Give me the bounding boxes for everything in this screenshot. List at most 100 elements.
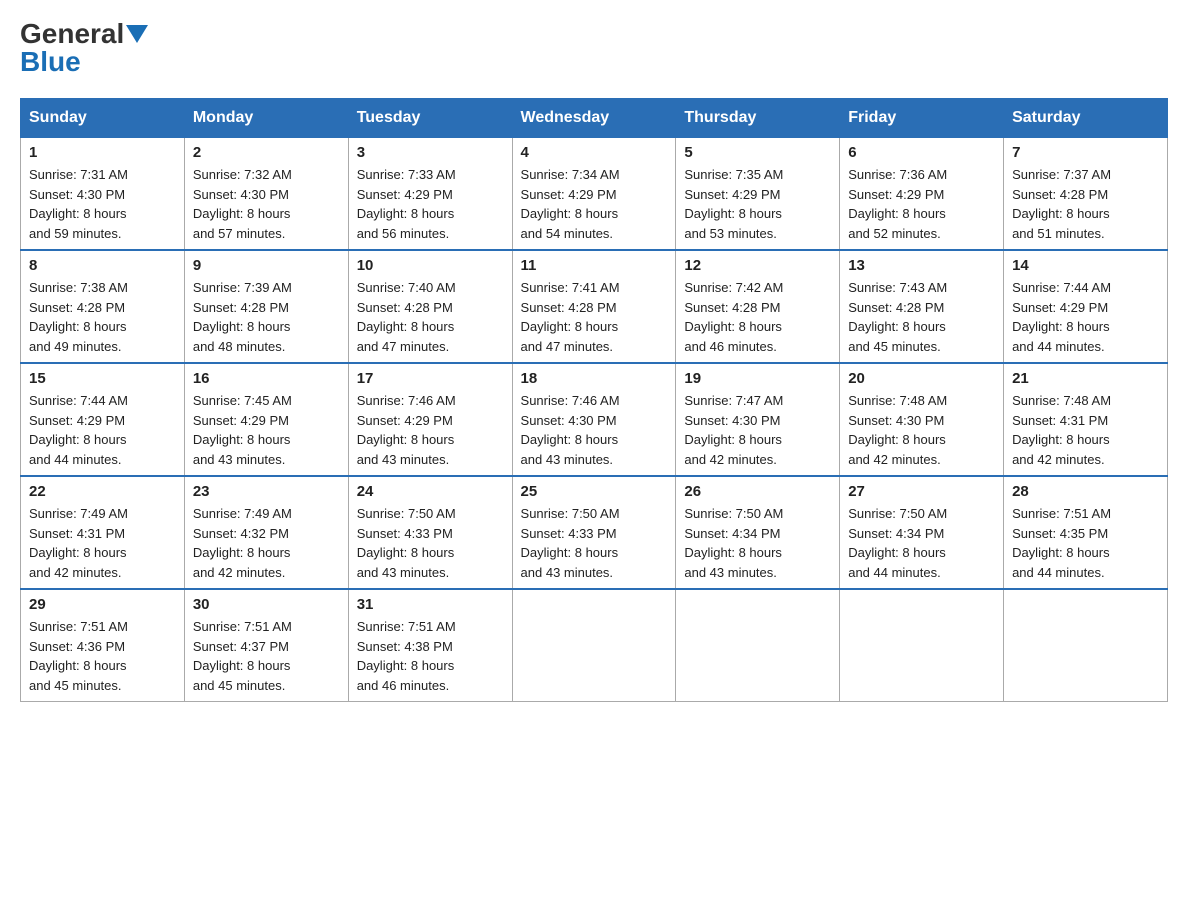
calendar-cell: 24 Sunrise: 7:50 AM Sunset: 4:33 PM Dayl… (348, 476, 512, 589)
day-info: Sunrise: 7:39 AM Sunset: 4:28 PM Dayligh… (193, 278, 340, 356)
calendar-cell: 9 Sunrise: 7:39 AM Sunset: 4:28 PM Dayli… (184, 250, 348, 363)
day-number: 5 (684, 144, 831, 161)
day-info: Sunrise: 7:41 AM Sunset: 4:28 PM Dayligh… (521, 278, 668, 356)
day-info: Sunrise: 7:45 AM Sunset: 4:29 PM Dayligh… (193, 391, 340, 469)
calendar-cell: 13 Sunrise: 7:43 AM Sunset: 4:28 PM Dayl… (840, 250, 1004, 363)
day-number: 16 (193, 370, 340, 387)
day-number: 13 (848, 257, 995, 274)
day-number: 22 (29, 483, 176, 500)
calendar-cell: 30 Sunrise: 7:51 AM Sunset: 4:37 PM Dayl… (184, 589, 348, 702)
calendar-cell: 8 Sunrise: 7:38 AM Sunset: 4:28 PM Dayli… (21, 250, 185, 363)
day-number: 11 (521, 257, 668, 274)
day-number: 3 (357, 144, 504, 161)
calendar-cell: 4 Sunrise: 7:34 AM Sunset: 4:29 PM Dayli… (512, 138, 676, 251)
weekday-header-row: SundayMondayTuesdayWednesdayThursdayFrid… (21, 99, 1168, 138)
calendar-cell: 6 Sunrise: 7:36 AM Sunset: 4:29 PM Dayli… (840, 138, 1004, 251)
day-info: Sunrise: 7:51 AM Sunset: 4:38 PM Dayligh… (357, 617, 504, 695)
day-number: 28 (1012, 483, 1159, 500)
day-info: Sunrise: 7:51 AM Sunset: 4:35 PM Dayligh… (1012, 504, 1159, 582)
day-number: 18 (521, 370, 668, 387)
calendar-cell: 21 Sunrise: 7:48 AM Sunset: 4:31 PM Dayl… (1004, 363, 1168, 476)
day-info: Sunrise: 7:33 AM Sunset: 4:29 PM Dayligh… (357, 165, 504, 243)
day-info: Sunrise: 7:40 AM Sunset: 4:28 PM Dayligh… (357, 278, 504, 356)
header-monday: Monday (184, 99, 348, 138)
day-number: 20 (848, 370, 995, 387)
day-info: Sunrise: 7:50 AM Sunset: 4:34 PM Dayligh… (848, 504, 995, 582)
calendar-cell: 28 Sunrise: 7:51 AM Sunset: 4:35 PM Dayl… (1004, 476, 1168, 589)
logo-arrow-icon (126, 25, 148, 45)
day-number: 15 (29, 370, 176, 387)
header-saturday: Saturday (1004, 99, 1168, 138)
calendar-cell: 17 Sunrise: 7:46 AM Sunset: 4:29 PM Dayl… (348, 363, 512, 476)
day-info: Sunrise: 7:34 AM Sunset: 4:29 PM Dayligh… (521, 165, 668, 243)
page-header: General Blue (20, 20, 1168, 78)
day-info: Sunrise: 7:49 AM Sunset: 4:32 PM Dayligh… (193, 504, 340, 582)
calendar-cell: 7 Sunrise: 7:37 AM Sunset: 4:28 PM Dayli… (1004, 138, 1168, 251)
calendar-cell: 31 Sunrise: 7:51 AM Sunset: 4:38 PM Dayl… (348, 589, 512, 702)
calendar-cell: 11 Sunrise: 7:41 AM Sunset: 4:28 PM Dayl… (512, 250, 676, 363)
header-thursday: Thursday (676, 99, 840, 138)
day-number: 12 (684, 257, 831, 274)
day-number: 17 (357, 370, 504, 387)
day-number: 21 (1012, 370, 1159, 387)
calendar-cell: 27 Sunrise: 7:50 AM Sunset: 4:34 PM Dayl… (840, 476, 1004, 589)
day-info: Sunrise: 7:46 AM Sunset: 4:29 PM Dayligh… (357, 391, 504, 469)
day-number: 19 (684, 370, 831, 387)
header-friday: Friday (840, 99, 1004, 138)
day-info: Sunrise: 7:31 AM Sunset: 4:30 PM Dayligh… (29, 165, 176, 243)
day-number: 7 (1012, 144, 1159, 161)
day-number: 2 (193, 144, 340, 161)
day-number: 4 (521, 144, 668, 161)
calendar-cell: 12 Sunrise: 7:42 AM Sunset: 4:28 PM Dayl… (676, 250, 840, 363)
day-info: Sunrise: 7:42 AM Sunset: 4:28 PM Dayligh… (684, 278, 831, 356)
logo: General Blue (20, 20, 148, 78)
calendar-cell: 5 Sunrise: 7:35 AM Sunset: 4:29 PM Dayli… (676, 138, 840, 251)
calendar-cell: 1 Sunrise: 7:31 AM Sunset: 4:30 PM Dayli… (21, 138, 185, 251)
calendar-cell (676, 589, 840, 702)
calendar-cell: 18 Sunrise: 7:46 AM Sunset: 4:30 PM Dayl… (512, 363, 676, 476)
day-info: Sunrise: 7:46 AM Sunset: 4:30 PM Dayligh… (521, 391, 668, 469)
day-number: 25 (521, 483, 668, 500)
day-info: Sunrise: 7:48 AM Sunset: 4:30 PM Dayligh… (848, 391, 995, 469)
calendar-cell: 16 Sunrise: 7:45 AM Sunset: 4:29 PM Dayl… (184, 363, 348, 476)
calendar-cell: 22 Sunrise: 7:49 AM Sunset: 4:31 PM Dayl… (21, 476, 185, 589)
header-tuesday: Tuesday (348, 99, 512, 138)
calendar-cell: 23 Sunrise: 7:49 AM Sunset: 4:32 PM Dayl… (184, 476, 348, 589)
header-sunday: Sunday (21, 99, 185, 138)
day-number: 8 (29, 257, 176, 274)
day-info: Sunrise: 7:49 AM Sunset: 4:31 PM Dayligh… (29, 504, 176, 582)
day-info: Sunrise: 7:51 AM Sunset: 4:37 PM Dayligh… (193, 617, 340, 695)
calendar-cell: 26 Sunrise: 7:50 AM Sunset: 4:34 PM Dayl… (676, 476, 840, 589)
day-info: Sunrise: 7:50 AM Sunset: 4:34 PM Dayligh… (684, 504, 831, 582)
calendar-cell: 2 Sunrise: 7:32 AM Sunset: 4:30 PM Dayli… (184, 138, 348, 251)
day-info: Sunrise: 7:32 AM Sunset: 4:30 PM Dayligh… (193, 165, 340, 243)
week-row-3: 15 Sunrise: 7:44 AM Sunset: 4:29 PM Dayl… (21, 363, 1168, 476)
day-number: 6 (848, 144, 995, 161)
calendar-cell: 15 Sunrise: 7:44 AM Sunset: 4:29 PM Dayl… (21, 363, 185, 476)
week-row-2: 8 Sunrise: 7:38 AM Sunset: 4:28 PM Dayli… (21, 250, 1168, 363)
calendar-cell: 25 Sunrise: 7:50 AM Sunset: 4:33 PM Dayl… (512, 476, 676, 589)
day-number: 14 (1012, 257, 1159, 274)
day-info: Sunrise: 7:47 AM Sunset: 4:30 PM Dayligh… (684, 391, 831, 469)
logo-text-general: General (20, 20, 124, 48)
day-number: 29 (29, 596, 176, 613)
day-info: Sunrise: 7:43 AM Sunset: 4:28 PM Dayligh… (848, 278, 995, 356)
day-number: 26 (684, 483, 831, 500)
calendar-cell: 3 Sunrise: 7:33 AM Sunset: 4:29 PM Dayli… (348, 138, 512, 251)
day-info: Sunrise: 7:50 AM Sunset: 4:33 PM Dayligh… (521, 504, 668, 582)
calendar-cell: 10 Sunrise: 7:40 AM Sunset: 4:28 PM Dayl… (348, 250, 512, 363)
day-info: Sunrise: 7:38 AM Sunset: 4:28 PM Dayligh… (29, 278, 176, 356)
day-info: Sunrise: 7:48 AM Sunset: 4:31 PM Dayligh… (1012, 391, 1159, 469)
day-info: Sunrise: 7:35 AM Sunset: 4:29 PM Dayligh… (684, 165, 831, 243)
day-info: Sunrise: 7:36 AM Sunset: 4:29 PM Dayligh… (848, 165, 995, 243)
day-number: 1 (29, 144, 176, 161)
day-number: 24 (357, 483, 504, 500)
day-info: Sunrise: 7:37 AM Sunset: 4:28 PM Dayligh… (1012, 165, 1159, 243)
logo-text-blue: Blue (20, 46, 81, 78)
calendar-cell (512, 589, 676, 702)
day-info: Sunrise: 7:44 AM Sunset: 4:29 PM Dayligh… (1012, 278, 1159, 356)
week-row-1: 1 Sunrise: 7:31 AM Sunset: 4:30 PM Dayli… (21, 138, 1168, 251)
day-number: 10 (357, 257, 504, 274)
day-info: Sunrise: 7:44 AM Sunset: 4:29 PM Dayligh… (29, 391, 176, 469)
calendar-cell (840, 589, 1004, 702)
